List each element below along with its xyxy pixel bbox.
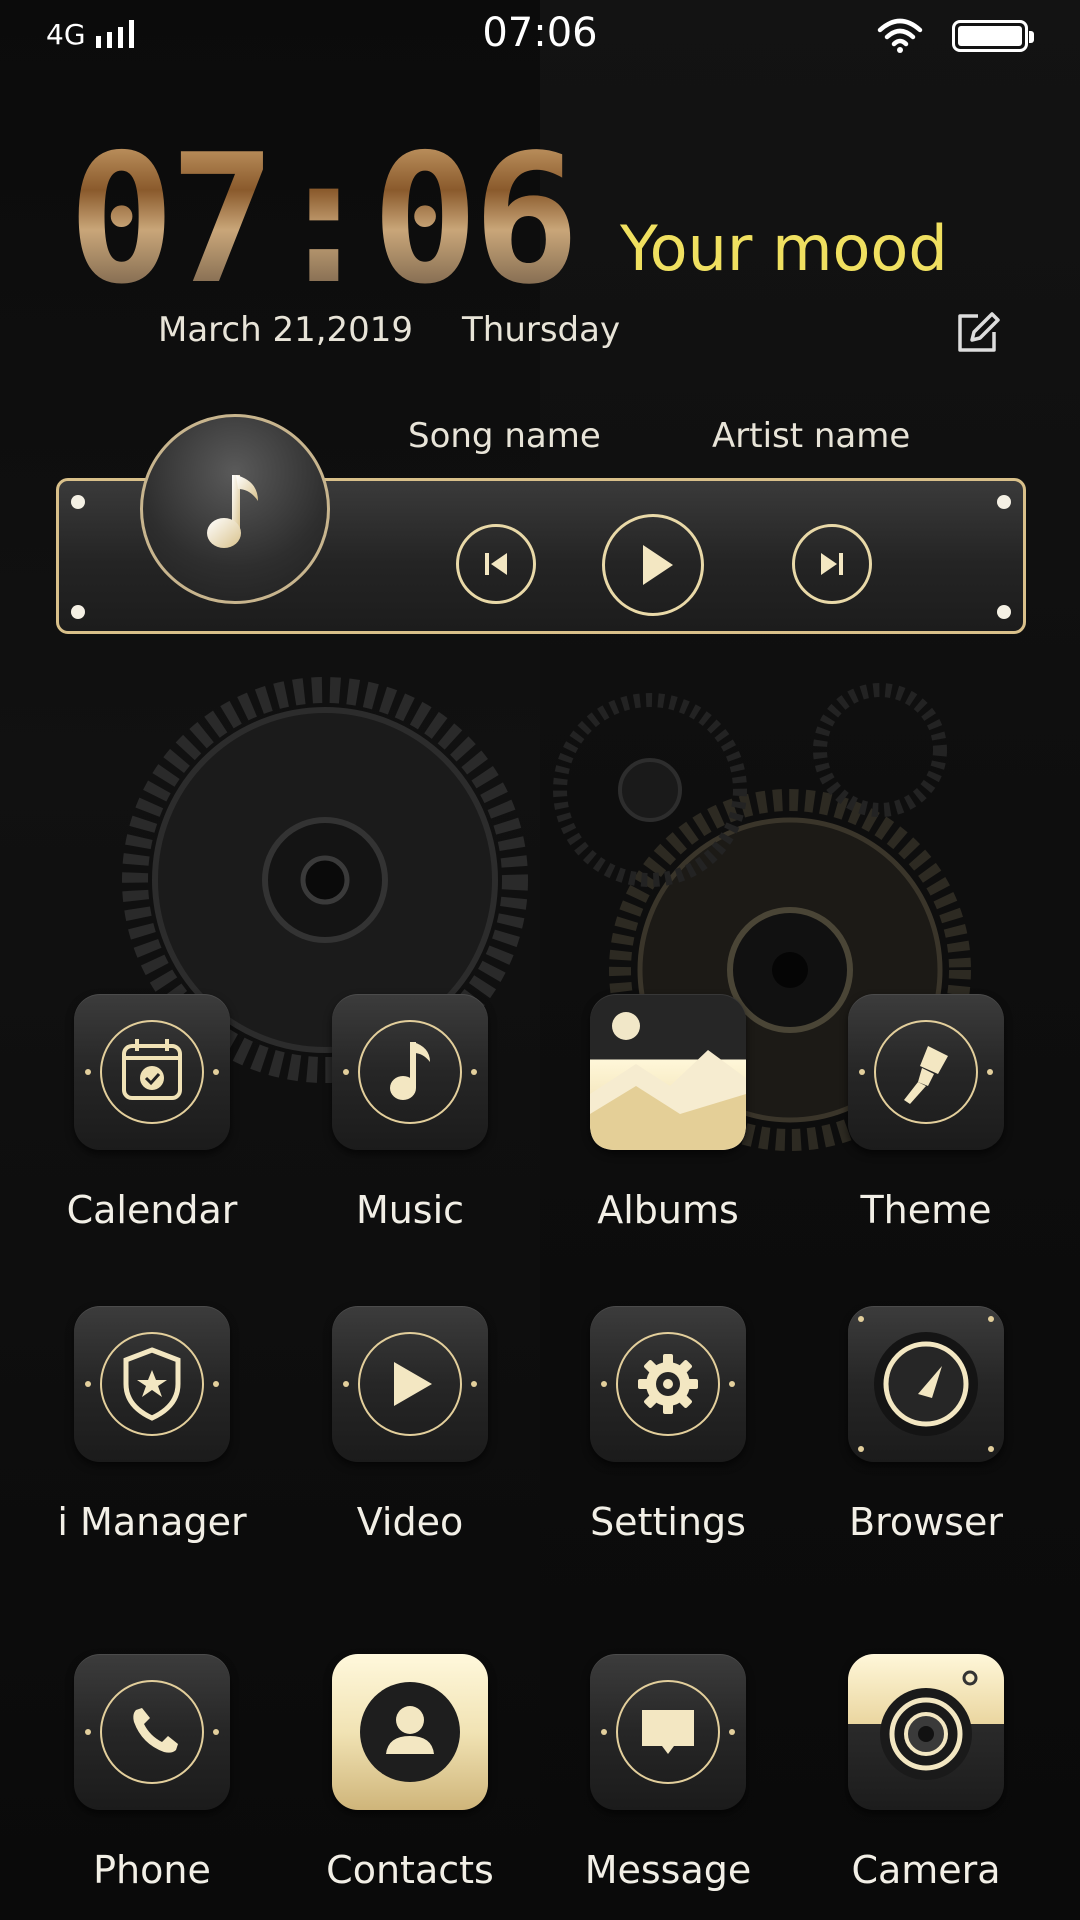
shield-star-icon (123, 1347, 181, 1421)
artist-name: Artist name (712, 416, 911, 456)
app-i-manager[interactable]: i Manager (52, 1306, 252, 1544)
app-tile[interactable] (74, 994, 230, 1150)
app-tile[interactable] (332, 994, 488, 1150)
song-name: Song name (408, 416, 601, 456)
app-phone[interactable]: Phone (52, 1654, 252, 1892)
app-camera[interactable]: Camera (826, 1654, 1026, 1892)
app-label: Contacts (326, 1848, 494, 1892)
clock-widget-time[interactable]: 07:06 (68, 120, 580, 320)
camera-icon (880, 1670, 978, 1780)
paintbrush-icon (904, 1046, 948, 1104)
skip-next-icon (821, 553, 843, 575)
phone-icon (133, 1708, 178, 1753)
app-browser[interactable]: Browser (826, 1306, 1026, 1544)
app-tile[interactable] (848, 1654, 1004, 1810)
app-label: Video (356, 1500, 464, 1544)
mood-text[interactable]: Your mood (620, 212, 948, 285)
app-tile[interactable] (332, 1306, 488, 1462)
play-icon (643, 545, 673, 585)
battery-icon (952, 20, 1034, 52)
message-icon (642, 1710, 694, 1754)
app-label: Albums (597, 1188, 739, 1232)
app-label: Camera (851, 1848, 1001, 1892)
app-tile[interactable] (590, 1306, 746, 1462)
app-label: Browser (849, 1500, 1003, 1544)
app-message[interactable]: Message (568, 1654, 768, 1892)
play-icon (394, 1362, 432, 1406)
app-contacts[interactable]: Contacts (310, 1654, 510, 1892)
app-settings[interactable]: Settings (568, 1306, 768, 1544)
clock-widget-date: March 21,2019 (158, 310, 414, 350)
app-tile[interactable] (848, 1306, 1004, 1462)
app-tile[interactable] (590, 994, 746, 1150)
screw-decoration (997, 605, 1011, 619)
app-video[interactable]: Video (310, 1306, 510, 1544)
music-note-icon (207, 475, 258, 548)
app-tile[interactable] (74, 1306, 230, 1462)
edit-mood-icon[interactable] (954, 310, 1000, 356)
app-tile[interactable] (848, 994, 1004, 1150)
app-tile[interactable] (332, 1654, 488, 1810)
skip-previous-icon (485, 553, 507, 575)
person-icon (360, 1682, 460, 1782)
app-label: Music (355, 1188, 465, 1232)
status-bar: 4G 07:06 (0, 0, 1080, 70)
app-theme[interactable]: Theme (826, 994, 1026, 1232)
music-note-icon (390, 1042, 430, 1100)
gear-icon (638, 1354, 698, 1414)
mountain-photo-icon (590, 1012, 746, 1150)
compass-icon (874, 1332, 978, 1436)
clock-widget-weekday: Thursday (462, 310, 621, 350)
previous-track-button[interactable] (456, 524, 536, 604)
calendar-icon (122, 1039, 182, 1100)
app-albums[interactable]: Albums (568, 994, 768, 1232)
next-track-button[interactable] (792, 524, 872, 604)
app-tile[interactable] (590, 1654, 746, 1810)
wifi-icon (877, 18, 923, 53)
app-tile[interactable] (74, 1654, 230, 1810)
album-art-disc[interactable] (140, 414, 330, 604)
app-calendar[interactable]: Calendar (52, 994, 252, 1232)
screw-decoration (997, 495, 1011, 509)
app-label: Message (584, 1848, 752, 1892)
app-label: Calendar (66, 1188, 238, 1232)
app-label: Phone (93, 1848, 211, 1892)
app-label: Settings (590, 1500, 746, 1544)
app-music[interactable]: Music (310, 994, 510, 1232)
play-button[interactable] (602, 514, 704, 616)
screw-decoration (71, 495, 85, 509)
app-label: Theme (860, 1188, 992, 1232)
app-label: i Manager (57, 1500, 247, 1544)
screw-decoration (71, 605, 85, 619)
